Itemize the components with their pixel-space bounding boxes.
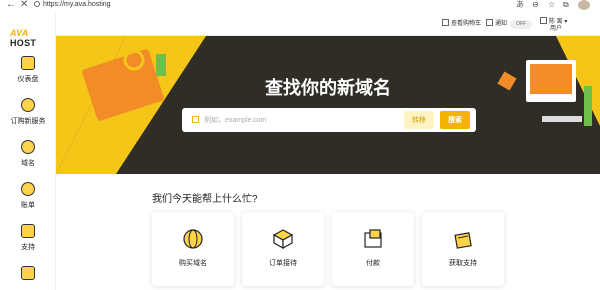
user-name: 陈 离 — [549, 19, 563, 25]
sidebar-item-support[interactable]: 支持 — [0, 224, 56, 258]
globe-icon — [21, 140, 35, 154]
translate-icon[interactable]: あ — [516, 0, 524, 10]
url-text: https://my.ava.hosting — [43, 1, 111, 8]
sidebar: AVA HOST 仪表盘 订购新服务 域名 账单 支持 — [0, 14, 56, 290]
sidebar-item-billing[interactable]: 账单 — [0, 182, 56, 216]
card-label: 获取支持 — [449, 260, 477, 267]
user-menu[interactable]: 陈 离 ▾ 用户 — [540, 17, 567, 33]
sidebar-item-order-service[interactable]: 订购新服务 — [0, 98, 56, 132]
domain-search-input[interactable] — [204, 112, 394, 128]
card-buy-domain[interactable]: 购买域名 — [152, 212, 234, 286]
notifications-link[interactable]: 通知 — [486, 19, 507, 29]
logo-part2: HOST — [10, 38, 37, 48]
lock-icon — [34, 1, 40, 7]
globe-icon — [183, 229, 203, 249]
hero-banner: 查找你的新域名 转移 搜索 — [56, 36, 600, 174]
box-icon — [272, 229, 294, 250]
browser-profile-avatar[interactable] — [578, 0, 590, 10]
dashboard-icon — [21, 56, 35, 70]
sidebar-item-label: 域名 — [21, 160, 35, 167]
card-label: 购买域名 — [179, 260, 207, 267]
logo[interactable]: AVA HOST — [10, 28, 55, 48]
view-cart-label: 查看购物车 — [451, 21, 482, 27]
billing-icon — [21, 182, 35, 196]
card-label: 付款 — [366, 260, 380, 267]
sidebar-item-dashboard[interactable]: 仪表盘 — [0, 56, 56, 90]
close-icon[interactable]: ✕ — [20, 0, 28, 10]
transfer-button[interactable]: 转移 — [404, 111, 434, 129]
card-label: 订单接待 — [269, 260, 297, 267]
user-role: 用户 — [550, 26, 563, 32]
star-icon[interactable]: ☆ — [548, 0, 555, 10]
sidebar-item-label: 支持 — [21, 244, 35, 251]
more-icon — [21, 266, 35, 280]
sidebar-item-label: 仪表盘 — [17, 76, 39, 83]
cart-icon — [442, 19, 449, 26]
sidebar-item-label: 账单 — [21, 202, 35, 209]
support-box-icon — [454, 232, 472, 249]
sidebar-item-more[interactable] — [0, 266, 56, 290]
cart-icon — [21, 98, 35, 112]
notifications-label: 通知 — [495, 21, 508, 27]
domain-icon — [192, 116, 199, 123]
help-section-title: 我们今天能帮上什么忙? — [152, 194, 258, 205]
package-icon — [364, 229, 382, 248]
zoom-icon[interactable]: ⊖ — [532, 0, 539, 10]
extensions-icon[interactable]: ⧉ — [563, 0, 569, 10]
card-payment[interactable]: 付款 — [332, 212, 414, 286]
user-icon — [540, 17, 547, 24]
sidebar-item-domains[interactable]: 域名 — [0, 140, 56, 174]
view-cart-link[interactable]: 查看购物车 — [442, 19, 481, 29]
search-button[interactable]: 搜索 — [440, 111, 470, 129]
hero-decoration — [56, 36, 600, 174]
logo-part1: AVA — [10, 28, 29, 38]
domain-search-box: 转移 搜索 — [182, 108, 476, 132]
browser-toolbar: ← ✕ https://my.ava.hosting あ ⊖ ☆ ⧉ — [0, 0, 600, 12]
back-icon[interactable]: ← — [6, 0, 16, 10]
top-bar: 查看购物车 通知 OFF 陈 离 ▾ 用户 — [56, 14, 600, 36]
hero-title: 查找你的新域名 — [265, 78, 391, 98]
card-get-support[interactable]: 获取支持 — [422, 212, 504, 286]
mode-toggle[interactable]: OFF — [510, 20, 532, 29]
sidebar-item-label: 订购新服务 — [10, 118, 46, 125]
card-order[interactable]: 订单接待 — [242, 212, 324, 286]
bell-icon — [486, 19, 493, 26]
support-icon — [21, 224, 35, 238]
address-bar[interactable]: https://my.ava.hosting — [34, 0, 124, 10]
